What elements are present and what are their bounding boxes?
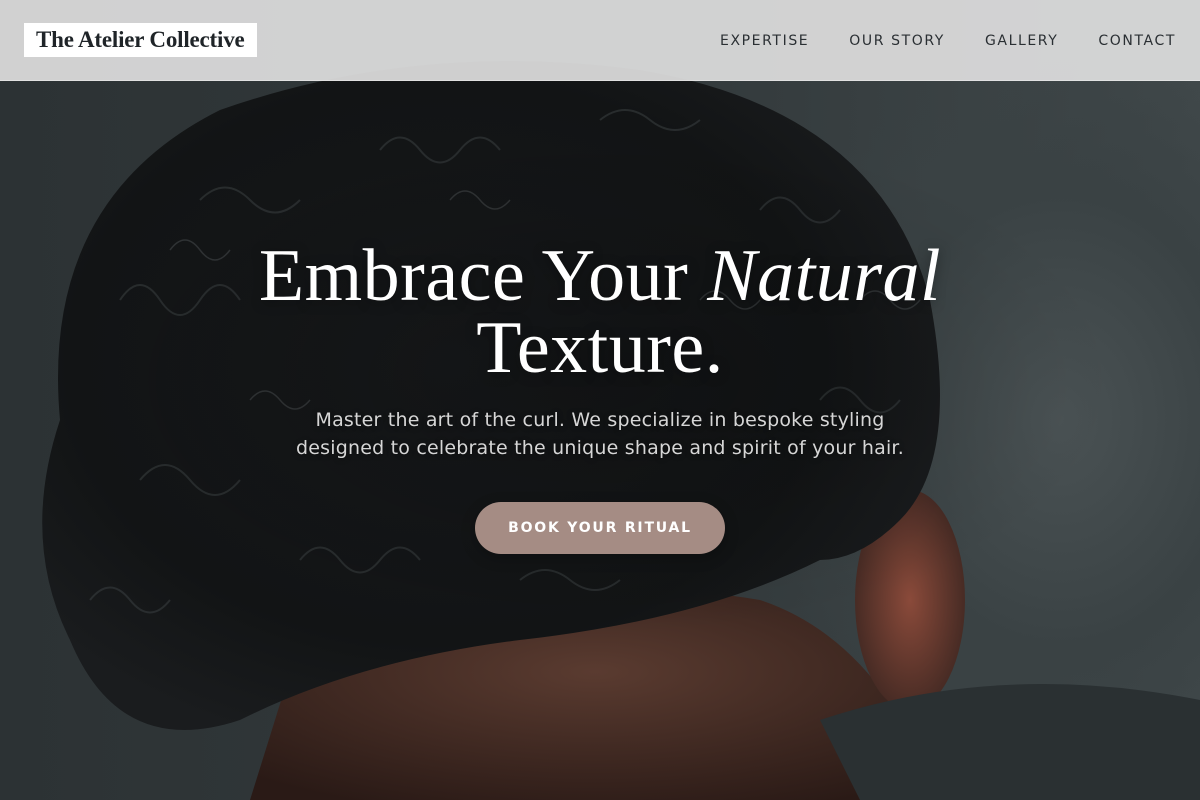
headline-accent-word: Natural [707,235,942,317]
subtitle-line-2: designed to celebrate the unique shape a… [296,437,904,459]
headline-text: Embrace Your [258,235,708,317]
subtitle-line-1: Master the art of the curl. We specializ… [315,409,885,431]
book-ritual-button[interactable]: BOOK YOUR RITUAL [475,502,725,554]
nav-link-contact[interactable]: CONTACT [1098,33,1176,49]
main-menu: EXPERTISE OUR STORY GALLERY CONTACT [720,0,1176,81]
hero-headline: Embrace Your Natural Texture. [0,239,1200,385]
hero-content: Embrace Your Natural Texture. Master the… [0,239,1200,554]
hero-subtitle: Master the art of the curl. We specializ… [250,406,950,462]
hero-section: Embrace Your Natural Texture. Master the… [0,0,1200,800]
nav-link-expertise[interactable]: EXPERTISE [720,33,809,49]
headline-second-line: Texture. [476,307,724,389]
brand-logo[interactable]: The Atelier Collective [24,23,257,57]
nav-link-gallery[interactable]: GALLERY [985,33,1058,49]
top-navigation-bar: The Atelier Collective EXPERTISE OUR STO… [0,0,1200,81]
nav-link-our-story[interactable]: OUR STORY [849,33,945,49]
